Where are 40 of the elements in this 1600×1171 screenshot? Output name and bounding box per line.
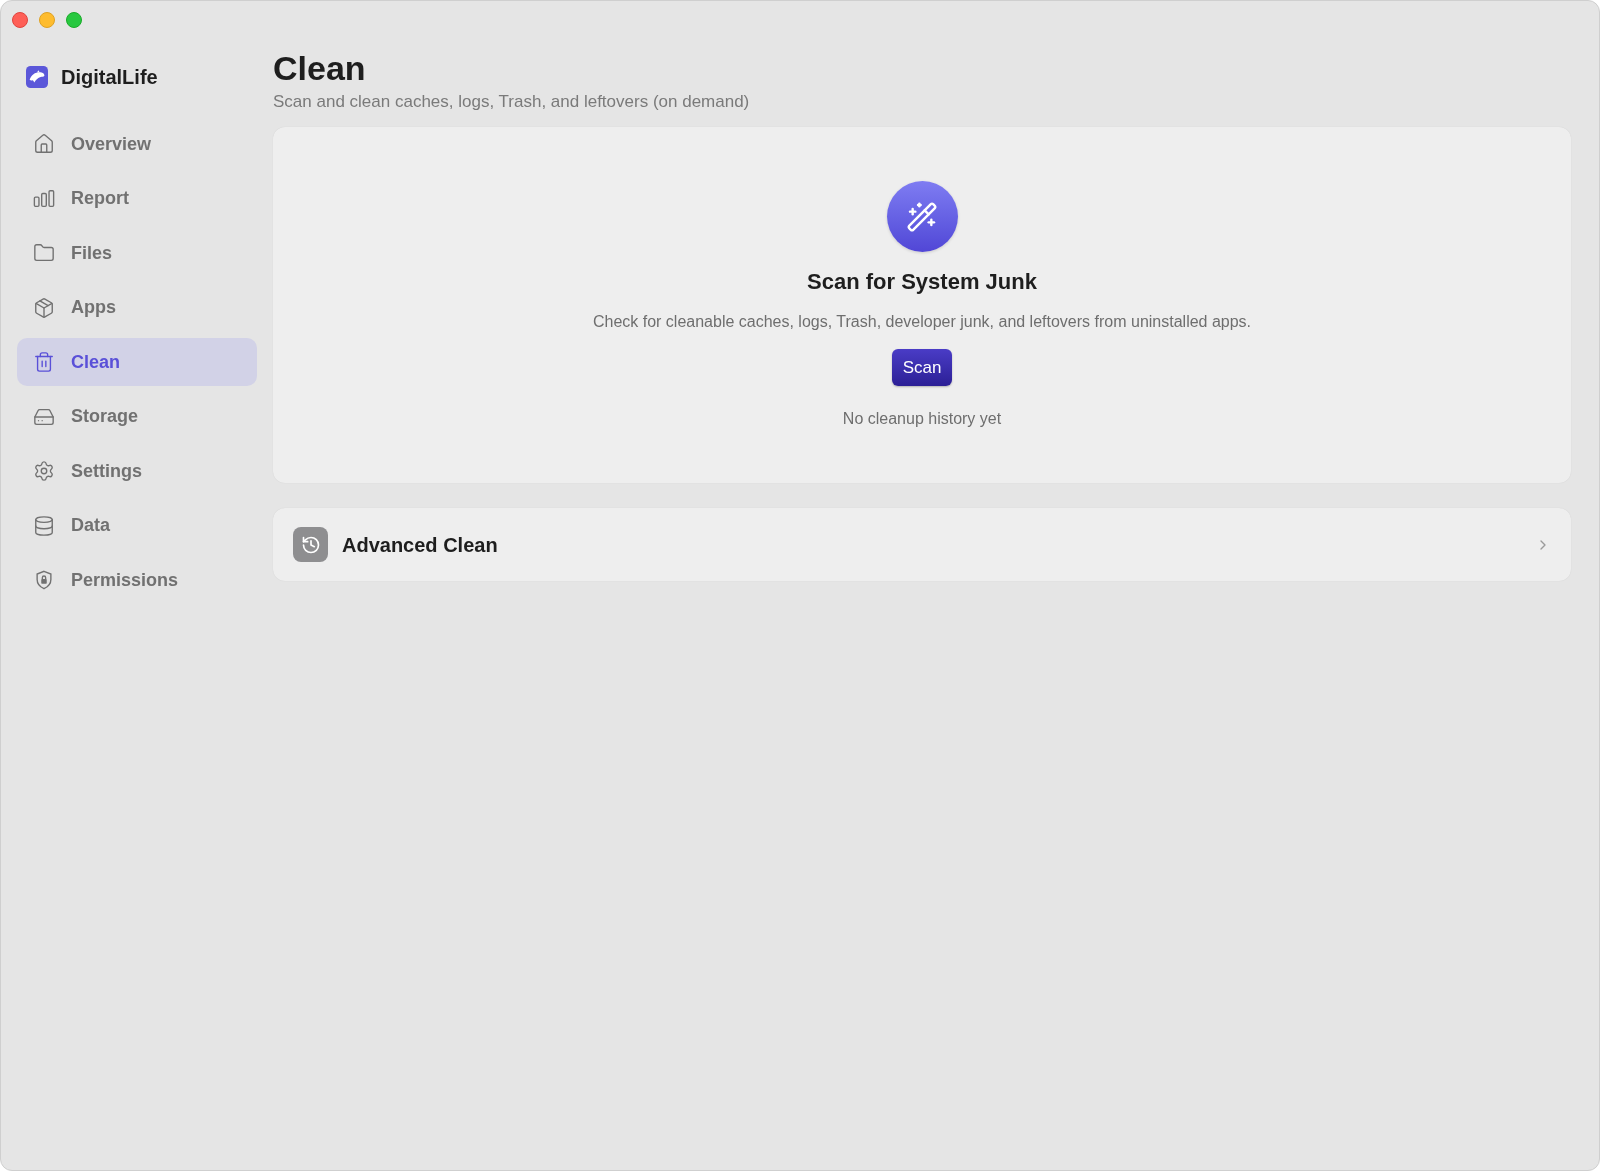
shield-lock-icon (33, 569, 55, 591)
sidebar-item[interactable]: Files (17, 229, 257, 277)
sidebar-label: Report (71, 187, 129, 210)
sidebar-label: Files (71, 241, 113, 265)
advanced-clean-label: Advanced Clean (342, 532, 498, 558)
sidebar-label: Data (71, 514, 110, 537)
sidebar-label: Settings (71, 459, 142, 483)
sidebar-item[interactable]: Permissions (17, 556, 257, 604)
sidebar-item[interactable]: Storage (17, 392, 257, 441)
scan-description: Check for cleanable caches, logs, Trash, developer junk, and leftovers from uninstalled apps. (592, 312, 1252, 332)
minimize-button[interactable] (39, 12, 55, 28)
close-button[interactable] (12, 12, 28, 28)
zoom-button[interactable] (66, 12, 82, 28)
sidebar-item[interactable]: Report (17, 174, 257, 223)
sidebar-label: Apps (71, 296, 116, 319)
sidebar-item[interactable]: Clean (17, 338, 257, 386)
sidebar-item[interactable]: Overview (17, 120, 257, 168)
folder-icon (33, 242, 55, 264)
page-subtitle: Scan and clean caches, logs, Trash, and leftovers (on demand) (273, 91, 750, 113)
box-icon (33, 296, 55, 319)
scan-title: Scan for System Junk (807, 268, 1037, 296)
sidebar-label: Overview (71, 132, 152, 156)
bar-chart-icon (33, 187, 55, 210)
sidebar-item[interactable]: Settings (17, 447, 257, 495)
advanced-clean-row[interactable]: Advanced Clean (273, 508, 1571, 581)
app-name: DigitalLife (61, 65, 158, 90)
sidebar-label: Permissions (71, 568, 179, 592)
logo-icon (26, 66, 48, 88)
scan-button[interactable]: Scan (891, 349, 953, 386)
sidebar-label: Clean (71, 350, 121, 374)
sidebar-label: Storage (71, 405, 139, 428)
settings-icon (33, 460, 55, 482)
page-title: Clean (273, 48, 366, 88)
history-icon (293, 527, 328, 562)
history-note: No cleanup history yet (842, 409, 1002, 429)
sidebar-item[interactable]: Apps (17, 283, 257, 332)
trash-icon (33, 351, 55, 373)
sidebar-item[interactable]: Data (17, 501, 257, 550)
database-icon (33, 514, 55, 537)
house-icon (33, 133, 55, 155)
